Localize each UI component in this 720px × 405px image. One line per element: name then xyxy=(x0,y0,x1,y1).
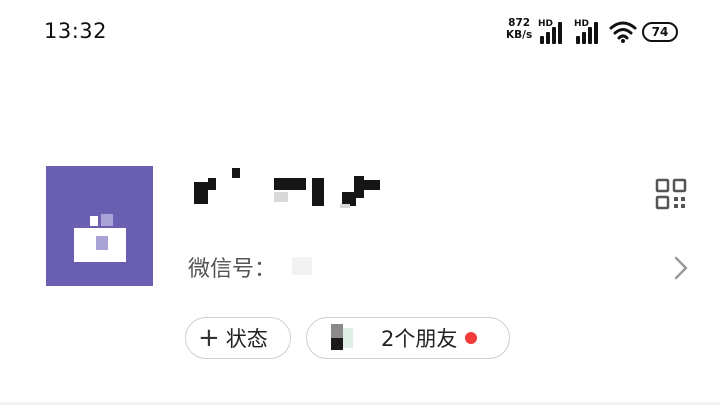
battery-icon: 74 xyxy=(642,22,678,42)
sim1-hd-label: HD xyxy=(538,19,554,29)
add-status-button[interactable]: + 状态 xyxy=(185,317,291,359)
signal-icon: HD xyxy=(538,19,568,44)
qr-code-icon[interactable] xyxy=(655,178,687,210)
friend-avatar-pixelated xyxy=(327,324,353,352)
network-speed: 872 KB/s xyxy=(506,17,532,41)
wechat-id-label: 微信号： xyxy=(188,257,277,282)
sim2-hd-label: HD xyxy=(574,19,590,29)
network-speed-unit: KB/s xyxy=(506,29,533,41)
status-time: 13:32 xyxy=(44,19,108,43)
plus-icon: + xyxy=(198,323,220,353)
friends-count-label: 2个朋友 xyxy=(381,327,458,351)
add-status-label: 状态 xyxy=(225,327,268,351)
notification-dot xyxy=(465,332,478,344)
nickname-pixelated xyxy=(192,168,392,208)
wifi-icon xyxy=(609,21,637,43)
wechat-id-value-blurred xyxy=(292,257,312,275)
network-speed-value: 872 xyxy=(508,17,531,29)
status-bar: 13:32 872 KB/s HD HD 74 xyxy=(0,0,720,64)
chevron-right-icon[interactable] xyxy=(672,254,690,282)
friends-status-button[interactable]: 2个朋友 xyxy=(306,317,510,359)
signal-icon: HD xyxy=(574,19,604,44)
battery-level: 74 xyxy=(651,25,669,39)
avatar[interactable] xyxy=(46,166,153,286)
